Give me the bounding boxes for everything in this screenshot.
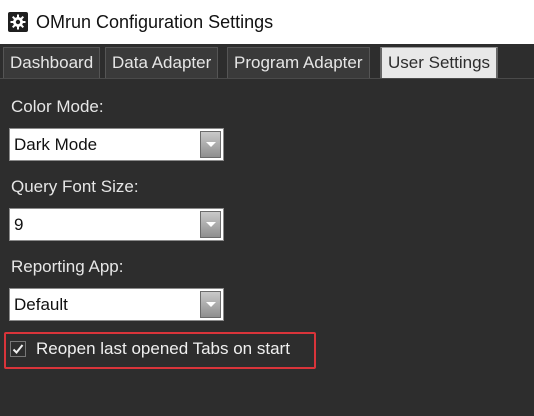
chevron-down-icon <box>205 302 216 307</box>
reporting-app-value: Default <box>14 295 68 314</box>
color-mode-dropdown-button[interactable] <box>200 131 221 158</box>
reporting-app-select[interactable]: Default <box>9 288 224 321</box>
window-title: OMrun Configuration Settings <box>36 12 274 32</box>
query-font-size-dropdown-button[interactable] <box>200 211 221 238</box>
query-font-size-value: 9 <box>14 215 24 234</box>
tab-dashboard[interactable]: Dashboard <box>3 47 101 78</box>
chevron-down-icon <box>205 142 216 147</box>
tab-bar: Dashboard Data Adapter Program Adapter U… <box>0 44 534 78</box>
color-mode-value: Dark Mode <box>14 135 98 154</box>
gear-icon <box>8 12 28 32</box>
tab-data-adapter[interactable]: Data Adapter <box>105 47 219 78</box>
user-settings-panel: Color Mode: Dark Mode Query Font Size: 9… <box>0 78 534 416</box>
title-bar: OMrun Configuration Settings <box>0 0 534 44</box>
query-font-size-select[interactable]: 9 <box>9 208 224 241</box>
reopen-tabs-label[interactable]: Reopen last opened Tabs on start <box>36 338 290 360</box>
reporting-app-dropdown-button[interactable] <box>200 291 221 318</box>
color-mode-label: Color Mode: <box>11 97 104 116</box>
reopen-tabs-checkbox[interactable] <box>10 341 26 357</box>
color-mode-select[interactable]: Dark Mode <box>9 128 224 161</box>
tab-program-adapter[interactable]: Program Adapter <box>227 47 370 78</box>
checkmark-icon <box>12 344 24 354</box>
tab-user-settings[interactable]: User Settings <box>380 47 499 78</box>
reporting-app-label: Reporting App: <box>11 257 124 276</box>
chevron-down-icon <box>205 222 216 227</box>
query-font-size-label: Query Font Size: <box>11 177 139 196</box>
